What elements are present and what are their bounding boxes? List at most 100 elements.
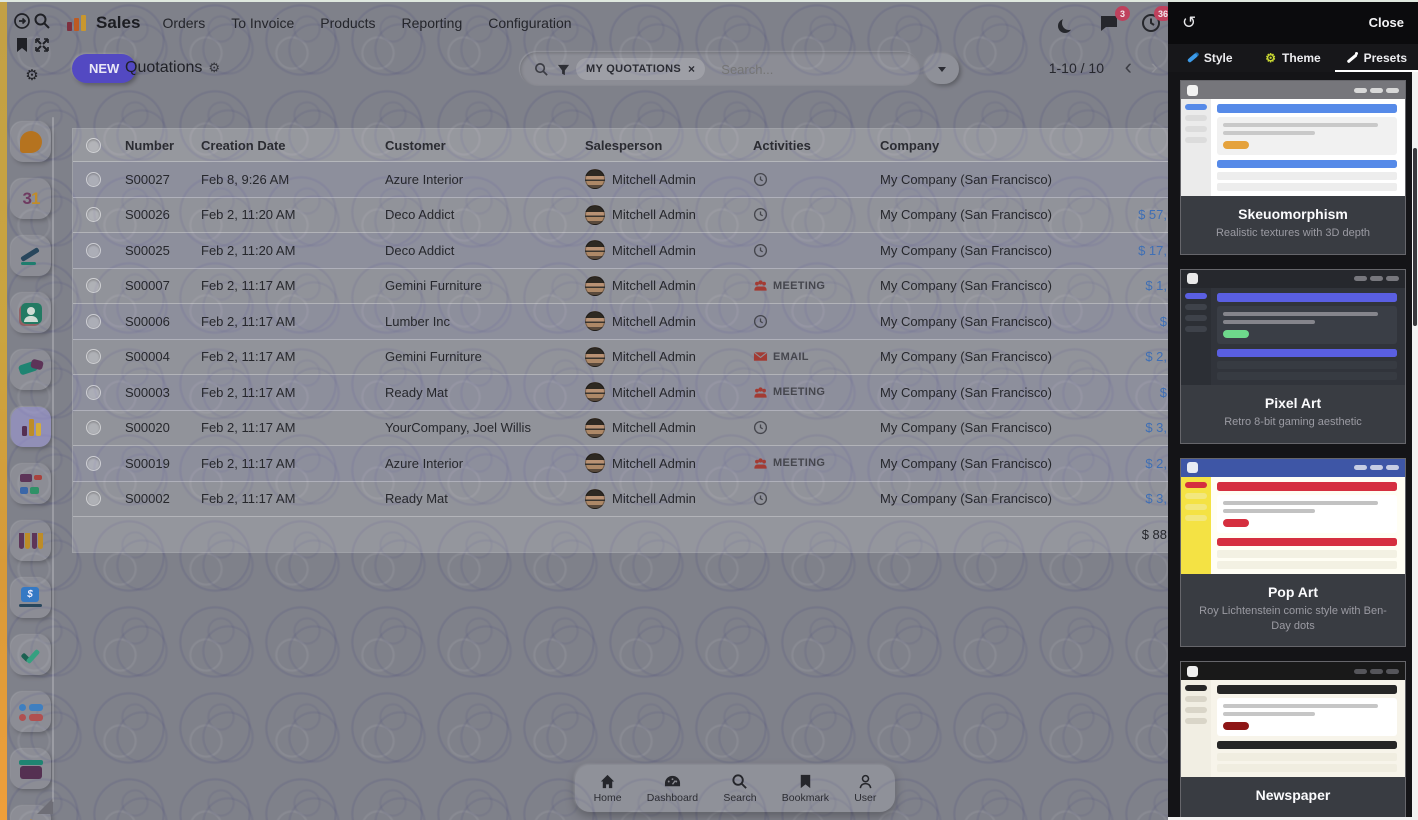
table-row[interactable]: S00027 Feb 8, 9:26 AM Azure Interior Mit… (73, 162, 1171, 198)
dock-item-bookmark[interactable]: Bookmark (782, 773, 829, 804)
app-brand[interactable]: Sales (96, 13, 140, 33)
cell-amount: $ 3, (1117, 491, 1171, 506)
reset-icon[interactable]: ↺ (1182, 14, 1196, 31)
dock-item-home[interactable]: Home (594, 773, 622, 804)
column-number[interactable]: Number (113, 138, 201, 153)
pager-previous-button[interactable]: ‹ (1125, 54, 1132, 80)
activity-cell[interactable] (753, 314, 880, 329)
nav-item-to-invoice[interactable]: To Invoice (231, 15, 294, 31)
breadcrumb: Quotations⚙ (125, 59, 220, 77)
window-top-edge (0, 0, 1418, 2)
sidebar-app-sales[interactable] (11, 407, 51, 447)
sidebar-app-crm[interactable] (11, 350, 51, 390)
messages-icon[interactable]: 3 (1098, 12, 1120, 34)
panel-scrollbar[interactable] (1412, 72, 1418, 820)
table-row[interactable]: S00020 Feb 2, 11:17 AM YourCompany, Joel… (73, 411, 1171, 447)
dock-item-dashboard[interactable]: Dashboard (647, 773, 698, 804)
column-company[interactable]: Company (880, 138, 1117, 153)
sidebar-app-inventory[interactable] (11, 749, 51, 789)
sidebar-app-contacts[interactable] (11, 293, 51, 333)
row-checkbox[interactable] (86, 314, 101, 329)
row-checkbox[interactable] (86, 243, 101, 258)
table-row[interactable]: S00025 Feb 2, 11:20 AM Deco Addict Mitch… (73, 233, 1171, 269)
avatar (585, 276, 605, 296)
table-row[interactable]: S00006 Feb 2, 11:17 AM Lumber Inc Mitche… (73, 304, 1171, 340)
search-dropdown-button[interactable] (925, 54, 959, 84)
row-checkbox[interactable] (86, 278, 101, 293)
remove-filter-icon[interactable]: × (688, 62, 695, 76)
activity-cell[interactable]: MEETING (753, 456, 880, 471)
search-icon[interactable] (33, 12, 51, 30)
cell-salesperson: Mitchell Admin (585, 276, 753, 296)
scrollbar-thumb[interactable] (1413, 148, 1417, 326)
activity-cell[interactable]: EMAIL (753, 349, 880, 364)
search-input[interactable] (719, 61, 910, 78)
table-row[interactable]: S00019 Feb 2, 11:17 AM Azure Interior Mi… (73, 446, 1171, 482)
panel-header: ↺ Close (1168, 0, 1418, 44)
preset-card-skeuomorphism[interactable]: SkeuomorphismRealistic textures with 3D … (1180, 80, 1406, 255)
view-settings-gear-icon[interactable]: ⚙ (208, 60, 220, 75)
sidebar-app-accounting[interactable]: $ (11, 578, 51, 618)
dock-item-search[interactable]: Search (723, 773, 756, 804)
cell-salesperson: Mitchell Admin (585, 418, 753, 438)
sales-icon (22, 418, 41, 436)
avatar (585, 240, 605, 260)
sidebar-app-dashboards[interactable] (11, 464, 51, 504)
select-all-checkbox[interactable] (86, 138, 101, 153)
column-activities[interactable]: Activities (753, 138, 880, 153)
preset-card-pixel-art[interactable]: Pixel ArtRetro 8-bit gaming aesthetic (1180, 269, 1406, 444)
dark-mode-icon[interactable] (1062, 16, 1076, 30)
row-checkbox[interactable] (86, 385, 101, 400)
gear-icon[interactable]: ⚙ (25, 66, 38, 84)
activity-cell[interactable] (753, 207, 880, 222)
activity-cell[interactable] (753, 491, 880, 506)
collapse-arrow-icon[interactable] (13, 12, 31, 30)
activity-cell[interactable] (753, 420, 880, 435)
table-row[interactable]: S00007 Feb 2, 11:17 AM Gemini Furniture … (73, 269, 1171, 305)
cell-number: S00027 (113, 172, 201, 187)
column-creation-date[interactable]: Creation Date (201, 138, 385, 153)
table-row[interactable]: S00002 Feb 2, 11:17 AM Ready Mat Mitchel… (73, 482, 1171, 518)
search-bar[interactable]: MY QUOTATIONS× (520, 52, 920, 86)
preset-card-pop-art[interactable]: Pop ArtRoy Lichtenstein comic style with… (1180, 458, 1406, 648)
activity-cell[interactable] (753, 172, 880, 187)
row-checkbox[interactable] (86, 349, 101, 364)
table-row[interactable]: S00003 Feb 2, 11:17 AM Ready Mat Mitchel… (73, 375, 1171, 411)
tab-style[interactable]: Style (1168, 44, 1251, 72)
activity-cell[interactable]: MEETING (753, 385, 880, 400)
cell-creation-date: Feb 8, 9:26 AM (201, 172, 385, 187)
row-checkbox[interactable] (86, 207, 101, 222)
nav-item-configuration[interactable]: Configuration (488, 15, 571, 31)
column-customer[interactable]: Customer (385, 138, 585, 153)
row-checkbox[interactable] (86, 491, 101, 506)
nav-item-reporting[interactable]: Reporting (402, 15, 463, 31)
row-checkbox[interactable] (86, 172, 101, 187)
dock-item-user[interactable]: User (854, 773, 876, 804)
sidebar-app-discuss[interactable] (11, 122, 51, 162)
table-row[interactable]: S00004 Feb 2, 11:17 AM Gemini Furniture … (73, 340, 1171, 376)
tab-theme[interactable]: ⚙Theme (1251, 44, 1334, 72)
column-salesperson[interactable]: Salesperson (585, 138, 753, 153)
activity-cell[interactable] (753, 243, 880, 258)
preset-card-newspaper[interactable]: Newspaper (1180, 661, 1406, 817)
clock-icon (753, 243, 768, 258)
row-checkbox[interactable] (86, 456, 101, 471)
sidebar-app-timesheets[interactable] (11, 692, 51, 732)
sidebar-app-project[interactable] (11, 635, 51, 675)
row-checkbox[interactable] (86, 420, 101, 435)
close-button[interactable]: Close (1369, 15, 1404, 30)
sidebar-app-calendar[interactable]: 31 (11, 179, 51, 219)
sidebar-app-point-of-sale[interactable] (11, 521, 51, 561)
filter-chip-my-quotations[interactable]: MY QUOTATIONS× (576, 58, 705, 80)
activities-clock-icon[interactable]: 36 (1140, 12, 1162, 34)
tab-presets[interactable]: Presets (1335, 44, 1418, 72)
activity-cell[interactable]: MEETING (753, 278, 880, 293)
table-row[interactable]: S00026 Feb 2, 11:20 AM Deco Addict Mitch… (73, 198, 1171, 234)
nav-item-orders[interactable]: Orders (162, 15, 205, 31)
bookmark-icon[interactable] (13, 36, 31, 54)
pager-next-button[interactable]: › (1151, 54, 1158, 80)
table-footer: $ 88 (73, 517, 1171, 552)
expand-icon[interactable] (33, 36, 51, 54)
sidebar-app-knowledge[interactable] (11, 236, 51, 276)
nav-item-products[interactable]: Products (320, 15, 375, 31)
